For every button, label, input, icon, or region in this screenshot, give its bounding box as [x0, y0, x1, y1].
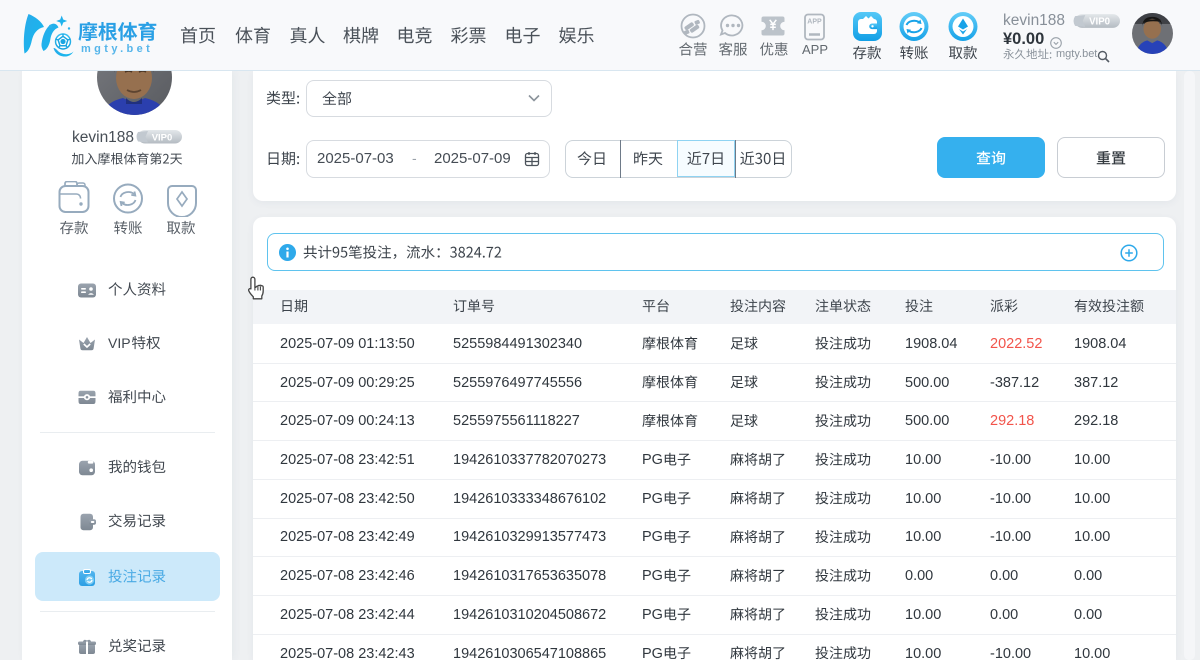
svg-text:VIP0: VIP0 — [1089, 16, 1110, 27]
svg-text:APP: APP — [807, 19, 822, 26]
svg-text:VIP0: VIP0 — [152, 132, 173, 143]
